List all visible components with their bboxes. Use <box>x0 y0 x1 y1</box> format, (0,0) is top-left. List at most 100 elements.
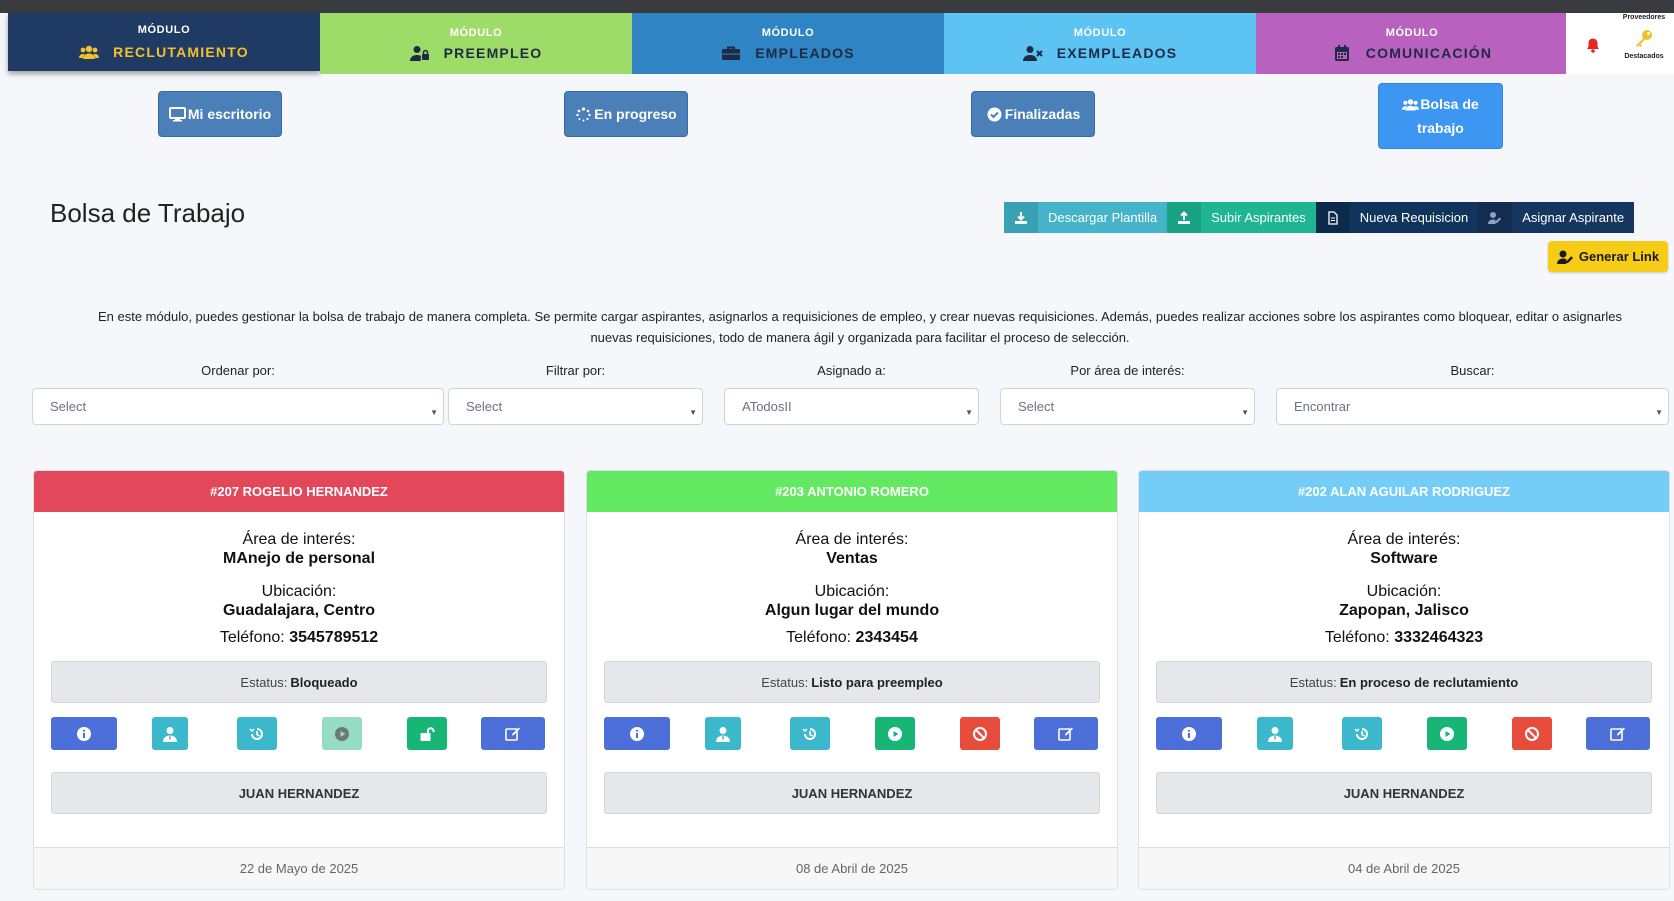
block-button[interactable] <box>1512 717 1552 750</box>
block-button[interactable] <box>960 717 1000 750</box>
file-icon <box>1328 210 1338 225</box>
caret-down-icon: ▼ <box>430 408 438 417</box>
module-reclutamiento[interactable]: MÓDULO RECLUTAMIENTO <box>8 13 320 71</box>
telefono-label: Teléfono: <box>1324 629 1390 646</box>
status-label: Estatus: <box>761 674 809 690</box>
play-circle-icon <box>1440 726 1454 741</box>
generar-link-button[interactable]: Generar Link <box>1548 241 1668 272</box>
ubicacion-value: Zapopan, Jalisco <box>1339 602 1469 619</box>
unlock-button[interactable] <box>407 717 447 750</box>
status-label: Estatus: <box>1289 674 1337 690</box>
calendar-icon <box>1334 44 1349 61</box>
aspirante-card: #203 ANTONIO ROMERO Área de interés: Ven… <box>586 470 1118 890</box>
module-label: COMUNICACIÓN <box>1365 44 1493 61</box>
profile-button[interactable] <box>1257 717 1293 750</box>
user-tie-icon <box>163 726 177 742</box>
status-value: Bloqueado <box>290 674 358 690</box>
proveedores-label[interactable]: Proveedores <box>1614 14 1674 21</box>
ban-icon <box>973 726 987 741</box>
history-button[interactable] <box>790 717 830 750</box>
ubicacion-label: Ubicación: <box>814 583 890 600</box>
key-icon[interactable] <box>1634 29 1654 47</box>
view-en-progreso-button[interactable]: En progreso <box>564 91 688 137</box>
card-header: #207 ROGELIO HERNANDEZ <box>34 471 564 512</box>
destacados-label[interactable]: Destacados <box>1614 53 1674 60</box>
history-icon <box>249 727 263 740</box>
history-icon <box>802 727 816 740</box>
history-button[interactable] <box>1342 717 1382 750</box>
filtrar-select[interactable]: Select ▼ <box>448 388 703 425</box>
telefono-value: 3545789512 <box>289 629 379 646</box>
module-nav: MÓDULO RECLUTAMIENTO MÓDULO PREEMPLEO MÓ… <box>8 13 1568 74</box>
caret-down-icon: ▼ <box>1241 408 1249 417</box>
history-button[interactable] <box>237 717 277 750</box>
bell-icon[interactable] <box>1585 37 1601 53</box>
info-icon <box>1182 726 1196 741</box>
module-preempleo[interactable]: MÓDULO PREEMPLEO <box>320 13 632 74</box>
profile-button[interactable] <box>705 717 741 750</box>
card-header: #202 ALAN AGUILAR RODRIGUEZ <box>1139 471 1669 512</box>
check-circle-icon <box>987 107 1002 121</box>
telefono-line: Teléfono: 3332464323 <box>1139 628 1669 647</box>
profile-button[interactable] <box>152 717 188 750</box>
download-icon <box>1015 211 1027 224</box>
ordenar-label: Ordenar por: <box>201 363 275 378</box>
edit-button[interactable] <box>481 717 545 750</box>
info-icon <box>77 726 91 741</box>
area-select[interactable]: Select ▼ <box>1000 388 1255 425</box>
description-line: En este módulo, puedes gestionar la bols… <box>97 309 1623 324</box>
briefcase-icon <box>722 46 741 60</box>
button-label: Subir Aspirantes <box>1211 210 1306 225</box>
telefono-label: Teléfono: <box>786 629 852 646</box>
module-comunicacion[interactable]: MÓDULO COMUNICACIÓN <box>1256 13 1568 74</box>
module-empleados[interactable]: MÓDULO EMPLEADOS <box>632 13 944 74</box>
info-button[interactable] <box>51 717 117 750</box>
top-icons-panel: Proveedores Destacados <box>1566 13 1674 74</box>
edit-button[interactable] <box>1034 717 1098 750</box>
module-exempleados[interactable]: MÓDULO EXEMPLEADOS <box>944 13 1256 74</box>
view-label: Mi escritorio <box>187 106 272 122</box>
asignado-select[interactable]: ATodosII ▼ <box>724 388 979 425</box>
caret-down-icon: ▼ <box>1655 408 1663 417</box>
view-label: Finalizadas <box>1004 106 1081 122</box>
descargar-plantilla-button[interactable]: Descargar Plantilla <box>1004 202 1168 233</box>
area-label: Área de interés: <box>1347 531 1461 548</box>
play-button[interactable] <box>1427 717 1467 750</box>
aspirante-card: #202 ALAN AGUILAR RODRIGUEZ Área de inte… <box>1138 470 1670 890</box>
user-x-icon <box>1022 45 1043 61</box>
telefono-value: 3332464323 <box>1394 629 1484 646</box>
assigned-recruiter: JUAN HERNANDEZ <box>604 772 1100 814</box>
ubicacion-value: Guadalajara, Centro <box>222 602 376 619</box>
upload-icon <box>1178 210 1191 224</box>
nueva-requisicion-button[interactable]: Nueva Requisicion <box>1315 202 1479 233</box>
module-label: RECLUTAMIENTO <box>113 44 249 60</box>
view-bolsa-de-trabajo-button[interactable]: Bolsa de trabajo <box>1378 83 1503 149</box>
buscar-input[interactable]: Encontrar ▼ <box>1276 388 1669 425</box>
browser-top-strip <box>0 0 1674 13</box>
status-value: En proceso de reclutamiento <box>1339 674 1519 690</box>
card-date: 04 de Abril de 2025 <box>1139 847 1669 889</box>
info-icon <box>630 726 644 741</box>
edit-icon <box>1610 727 1625 741</box>
select-value: Select <box>1018 399 1055 414</box>
asignar-aspirante-button[interactable]: Asignar Aspirante <box>1478 202 1635 233</box>
monitor-icon <box>168 106 186 121</box>
view-finalizadas-button[interactable]: Finalizadas <box>971 91 1095 137</box>
play-button[interactable] <box>875 717 915 750</box>
status-label: Estatus: <box>240 674 288 690</box>
info-button[interactable] <box>604 717 670 750</box>
subir-aspirantes-button[interactable]: Subir Aspirantes <box>1167 202 1316 233</box>
view-mi-escritorio-button[interactable]: Mi escritorio <box>158 91 282 137</box>
card-date: 22 de Mayo de 2025 <box>34 847 564 889</box>
users-icon <box>79 45 100 59</box>
module-caption: MÓDULO <box>761 26 815 39</box>
ordenar-select[interactable]: Select ▼ <box>32 388 444 425</box>
edit-button[interactable] <box>1586 717 1650 750</box>
play-circle-icon <box>888 726 902 741</box>
user-tie-icon <box>1268 726 1282 742</box>
info-button[interactable] <box>1156 717 1222 750</box>
caret-down-icon: ▼ <box>965 408 973 417</box>
spinner-icon <box>576 106 591 121</box>
play-button[interactable] <box>322 717 362 750</box>
users-icon <box>1402 98 1420 110</box>
